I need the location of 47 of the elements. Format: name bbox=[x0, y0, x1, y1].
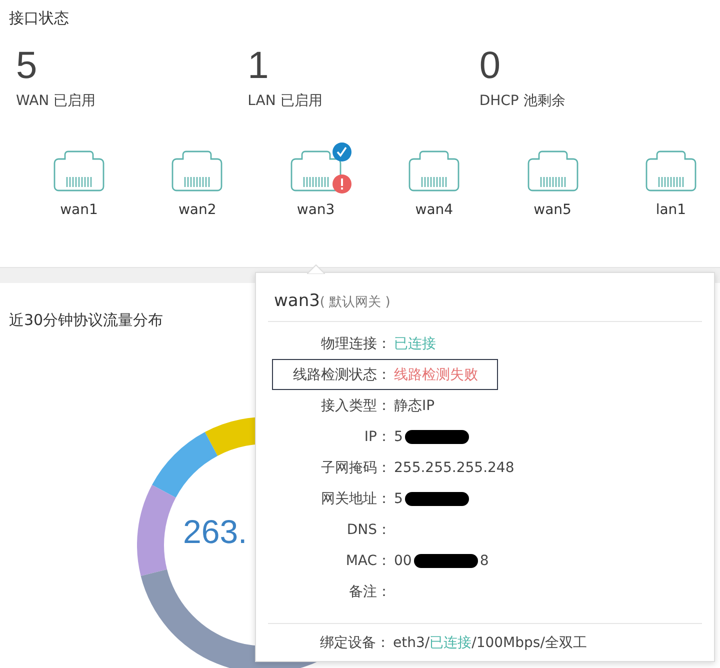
port-label[interactable]: wan2 bbox=[178, 202, 216, 218]
field-value: 8 bbox=[480, 552, 489, 568]
ethernet-port-icon bbox=[171, 150, 224, 192]
field-label: 子网掩码： bbox=[320, 458, 392, 476]
redaction-mark bbox=[404, 492, 469, 506]
popup-subtitle: ( 默认网关 ) bbox=[320, 295, 390, 310]
field-value: /100Mbps/全双工 bbox=[472, 634, 587, 652]
stat-label: WAN 已启用 bbox=[16, 92, 97, 110]
ethernet-port-icon bbox=[526, 150, 579, 192]
field-label: 线路检测状态： bbox=[292, 366, 392, 384]
field-value: 5 bbox=[394, 428, 403, 444]
section-title: 接口状态 bbox=[9, 9, 70, 28]
port-label[interactable]: wan4 bbox=[415, 202, 454, 218]
ethernet-port-icon bbox=[53, 150, 105, 192]
field-label: 绑定设备： bbox=[319, 634, 391, 652]
stat-label: DHCP 池剩余 bbox=[479, 92, 566, 110]
field-value: 00 bbox=[394, 552, 412, 568]
total-value: 263. bbox=[183, 513, 248, 551]
field-label: MAC： bbox=[344, 552, 392, 570]
field-label: 接入类型： bbox=[320, 396, 392, 414]
port-label[interactable]: wan3 bbox=[296, 202, 335, 218]
field-value: 静态IP bbox=[394, 396, 435, 414]
field-value: 已连接 bbox=[430, 634, 472, 652]
stat-label: LAN 已启用 bbox=[248, 92, 324, 110]
ethernet-port-icon bbox=[644, 150, 697, 192]
field-label: DNS： bbox=[346, 520, 392, 538]
field-value: eth3/ bbox=[393, 635, 430, 651]
field-label: 备注： bbox=[348, 582, 392, 600]
popup-title: wan3 bbox=[274, 291, 320, 311]
field-value: 线路检测失败 bbox=[394, 366, 478, 384]
stat-value: 1 bbox=[248, 44, 270, 88]
ethernet-port-icon bbox=[408, 150, 460, 192]
port-label[interactable]: wan5 bbox=[534, 202, 572, 218]
field-label: IP： bbox=[363, 428, 392, 446]
section-title: 近30分钟协议流量分布 bbox=[9, 311, 164, 330]
port-label[interactable]: wan1 bbox=[60, 202, 98, 218]
ethernet-port-icon bbox=[290, 150, 342, 192]
field-value: 已连接 bbox=[394, 334, 436, 352]
redaction-mark bbox=[414, 554, 478, 568]
redaction-mark bbox=[404, 430, 469, 444]
field-label: 物理连接： bbox=[320, 334, 392, 352]
field-value: 255.255.255.248 bbox=[394, 460, 514, 476]
port-label[interactable]: lan1 bbox=[656, 202, 686, 218]
stat-value: 0 bbox=[479, 44, 502, 88]
stat-value: 5 bbox=[16, 44, 38, 88]
field-label: 网关地址： bbox=[320, 490, 392, 508]
field-value: 5 bbox=[394, 490, 403, 506]
